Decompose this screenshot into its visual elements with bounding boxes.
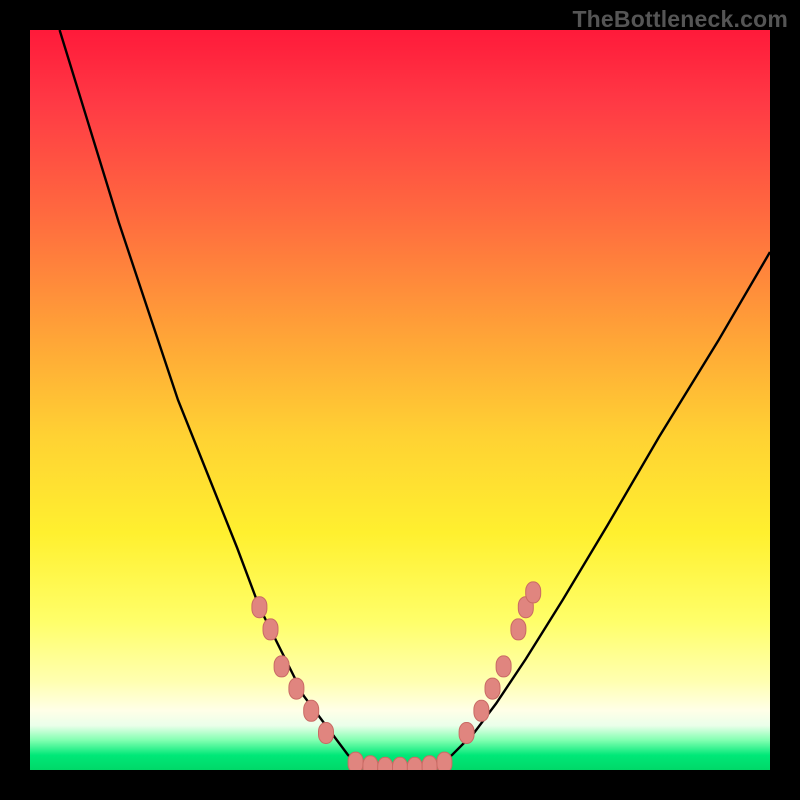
curve-marker <box>437 752 452 770</box>
curve-marker <box>263 619 278 640</box>
curve-marker <box>319 723 334 744</box>
curve-marker <box>474 700 489 721</box>
curve-marker <box>407 757 422 770</box>
curve-marker <box>378 757 393 770</box>
curve-left-path <box>60 30 371 770</box>
curve-marker <box>393 757 408 770</box>
curve-marker <box>511 619 526 640</box>
curve-marker <box>252 597 267 618</box>
curve-marker <box>496 656 511 677</box>
curve-marker <box>459 723 474 744</box>
watermark-text: TheBottleneck.com <box>572 6 788 33</box>
curve-marker <box>274 656 289 677</box>
curve-marker <box>304 700 319 721</box>
curve-marker <box>289 678 304 699</box>
curve-marker <box>485 678 500 699</box>
curve-marker <box>348 752 363 770</box>
curve-marker <box>422 756 437 770</box>
curve-marker <box>526 582 541 603</box>
plot-area <box>30 30 770 770</box>
bottleneck-curve <box>30 30 770 770</box>
chart-frame: TheBottleneck.com <box>0 0 800 800</box>
marker-group <box>252 582 541 770</box>
curve-right-path <box>430 252 770 770</box>
curve-marker <box>363 756 378 770</box>
